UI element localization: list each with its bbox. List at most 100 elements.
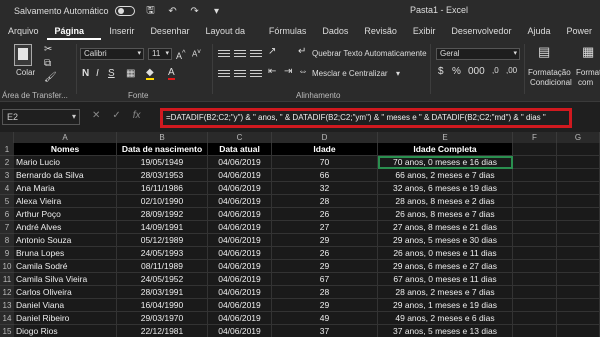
decrease-indent-icon[interactable]: ⇤ [268,66,276,77]
header-cell-idade[interactable]: Idade [272,143,378,156]
empty-cell[interactable] [557,312,600,325]
cell-idade[interactable]: 37 [272,325,378,337]
conditional-format-button-line2[interactable]: Condicional [530,78,572,87]
cell-nome[interactable]: Bernardo da Silva [14,169,117,182]
cell-nome[interactable]: Daniel Viana [14,299,117,312]
tab-dados[interactable]: Dados [314,22,356,40]
empty-cell[interactable] [513,247,557,260]
cell-data-atual[interactable]: 04/06/2019 [208,195,272,208]
merge-dropdown-icon[interactable]: ▾ [396,69,400,78]
row-header[interactable]: 14 [0,312,14,325]
cell-data-atual[interactable]: 04/06/2019 [208,286,272,299]
merge-center-icon[interactable]: ⇔ [298,66,308,77]
font-name-combo[interactable]: Calibri ▾ [80,48,144,60]
name-box[interactable]: E2 ▾ [2,109,80,125]
column-header-e[interactable]: E [378,132,513,143]
align-center-icon[interactable] [234,68,246,79]
cell-idade[interactable]: 28 [272,195,378,208]
cell-nome[interactable]: Camila Silva Vieira [14,273,117,286]
percent-icon[interactable]: % [452,66,461,77]
cell-data-nascimento[interactable]: 19/05/1949 [117,156,208,169]
tab-revisao[interactable]: Revisão [356,22,405,40]
cut-icon[interactable]: ✂ [44,44,52,55]
cell-data-nascimento[interactable]: 02/10/1990 [117,195,208,208]
cell-data-atual[interactable]: 04/06/2019 [208,221,272,234]
cell-data-atual[interactable]: 04/06/2019 [208,325,272,337]
align-right-icon[interactable] [250,68,262,79]
cell-idade-completa[interactable]: 28 anos, 8 meses e 2 dias [378,195,513,208]
cell-nome[interactable]: Camila Sodré [14,260,117,273]
cell-idade-completa[interactable]: 32 anos, 6 meses e 19 dias [378,182,513,195]
column-header-d[interactable]: D [272,132,378,143]
underline-icon[interactable]: S [108,68,115,79]
cell-idade-completa[interactable]: 66 anos, 2 meses e 7 dias [378,169,513,182]
currency-icon[interactable]: $ [438,66,444,77]
row-header[interactable]: 6 [0,208,14,221]
empty-cell[interactable] [557,208,600,221]
italic-icon[interactable]: I [96,68,99,79]
cell-nome[interactable]: André Alves [14,221,117,234]
empty-cell[interactable] [513,312,557,325]
bold-icon[interactable]: N [82,68,89,79]
cell-data-nascimento[interactable]: 05/12/1989 [117,234,208,247]
empty-cell[interactable] [513,208,557,221]
cell-idade[interactable]: 29 [272,260,378,273]
empty-cell[interactable] [557,234,600,247]
cell-idade-completa[interactable]: 70 anos, 0 meses e 16 dias [378,156,513,169]
conditional-format-icon[interactable]: ▤ [538,44,550,60]
tab-desenhar[interactable]: Desenhar [142,22,197,40]
font-color-icon[interactable]: A [168,68,175,80]
align-bottom-icon[interactable] [250,48,262,59]
row-header[interactable]: 7 [0,221,14,234]
thousands-icon[interactable]: 000 [468,66,485,77]
redo-icon[interactable]: ↷ [189,6,201,17]
tab-pagina-inicial[interactable]: Página Inicial [46,22,102,54]
empty-cell[interactable] [513,143,557,156]
cell-idade[interactable]: 26 [272,247,378,260]
row-header[interactable]: 9 [0,247,14,260]
increase-decimal-icon[interactable]: ,0 [492,66,499,75]
grow-font-icon[interactable]: A^ [176,48,186,61]
cell-idade-completa[interactable]: 27 anos, 8 meses e 21 dias [378,221,513,234]
enter-icon[interactable]: ✓ [112,110,120,121]
cell-idade-completa[interactable]: 29 anos, 1 meses e 19 dias [378,299,513,312]
empty-cell[interactable] [513,286,557,299]
wrap-text-button[interactable]: Quebrar Texto Automaticamente [312,49,427,58]
paste-button[interactable]: Colar [16,68,35,77]
row-header[interactable]: 10 [0,260,14,273]
column-header-a[interactable]: A [14,132,117,143]
font-size-combo[interactable]: 11 ▾ [148,48,172,60]
cell-idade-completa[interactable]: 29 anos, 5 meses e 30 dias [378,234,513,247]
cancel-icon[interactable]: ✕ [92,110,100,121]
shrink-font-icon[interactable]: Av [192,48,201,59]
cell-idade-completa[interactable]: 29 anos, 6 meses e 27 dias [378,260,513,273]
cell-idade[interactable]: 29 [272,299,378,312]
cell-data-atual[interactable]: 04/06/2019 [208,169,272,182]
cell-data-nascimento[interactable]: 28/09/1992 [117,208,208,221]
cell-nome[interactable]: Arthur Poço [14,208,117,221]
increase-indent-icon[interactable]: ⇥ [284,66,292,77]
empty-cell[interactable] [513,299,557,312]
cell-idade[interactable]: 29 [272,234,378,247]
tab-formulas[interactable]: Fórmulas [261,22,315,40]
cell-nome[interactable]: Alexa Vieira [14,195,117,208]
cell-data-atual[interactable]: 04/06/2019 [208,182,272,195]
save-icon[interactable]: 🖫 [145,3,157,20]
cell-idade[interactable]: 28 [272,286,378,299]
orientation-icon[interactable]: ↗ [268,46,276,57]
cell-data-nascimento[interactable]: 28/03/1953 [117,169,208,182]
align-top-icon[interactable] [218,48,230,59]
cell-idade-completa[interactable]: 28 anos, 2 meses e 7 dias [378,286,513,299]
cell-data-atual[interactable]: 04/06/2019 [208,156,272,169]
row-header[interactable]: 5 [0,195,14,208]
empty-cell[interactable] [513,182,557,195]
cell-data-nascimento[interactable]: 28/03/1991 [117,286,208,299]
header-cell-nascimento[interactable]: Data de nascimento [117,143,208,156]
empty-cell[interactable] [513,325,557,337]
number-format-combo[interactable]: Geral ▾ [436,48,520,60]
cell-data-atual[interactable]: 04/06/2019 [208,312,272,325]
cell-idade[interactable]: 26 [272,208,378,221]
tab-layout[interactable]: Layout da Página [197,22,260,54]
fill-color-icon[interactable]: ◆ [146,68,154,80]
cell-idade[interactable]: 49 [272,312,378,325]
